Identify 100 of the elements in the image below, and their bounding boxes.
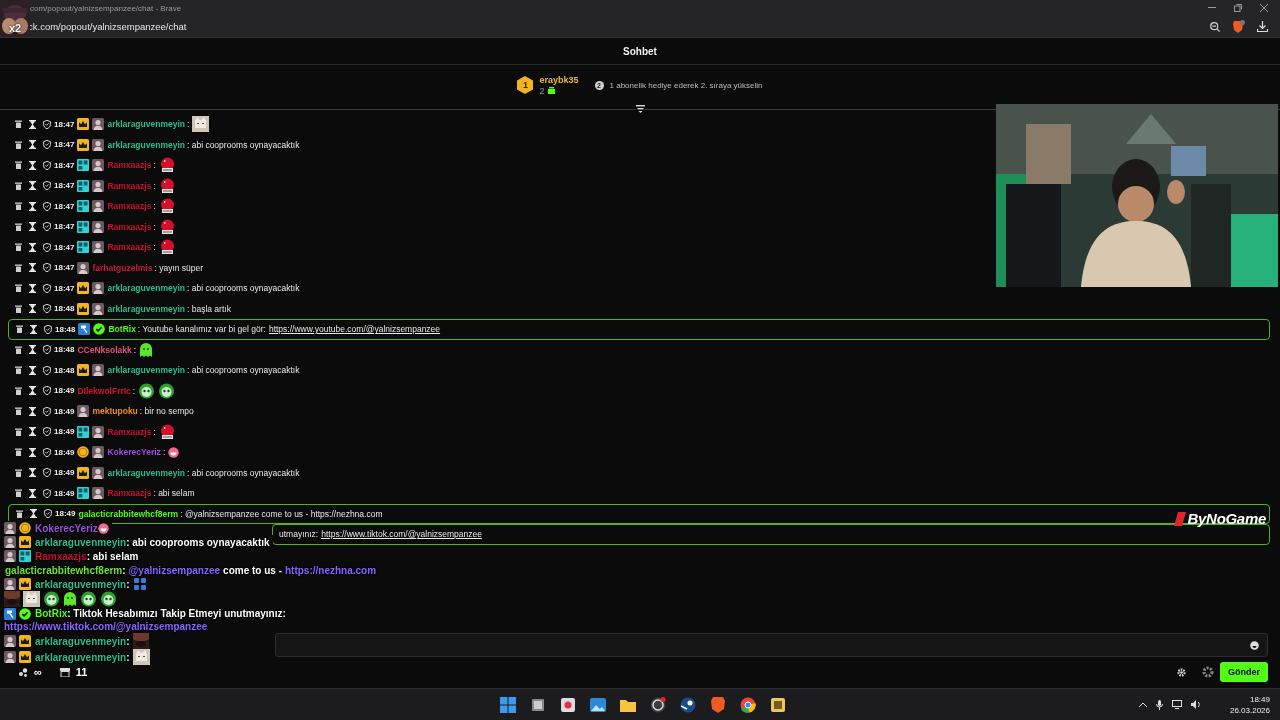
shield-icon[interactable] bbox=[43, 201, 51, 211]
shield-icon[interactable] bbox=[43, 283, 51, 293]
cat-face-icon bbox=[23, 591, 40, 607]
shield-icon[interactable] bbox=[43, 365, 51, 375]
delete-icon[interactable] bbox=[15, 386, 22, 395]
hourglass-icon[interactable] bbox=[29, 222, 36, 232]
shield-icon[interactable] bbox=[43, 181, 51, 191]
shield-icon[interactable] bbox=[43, 263, 51, 273]
gear-icon[interactable] bbox=[1202, 666, 1214, 678]
hourglass-icon[interactable] bbox=[30, 324, 37, 334]
delete-icon[interactable] bbox=[15, 468, 22, 477]
hourglass-icon[interactable] bbox=[30, 509, 37, 519]
delete-icon[interactable] bbox=[15, 140, 22, 149]
leader-name[interactable]: eraybk35 bbox=[539, 74, 579, 85]
clock-time[interactable]: 18:49 bbox=[1249, 694, 1270, 704]
username[interactable]: mektupoku bbox=[92, 406, 138, 417]
delete-icon[interactable] bbox=[15, 243, 22, 252]
hourglass-icon[interactable] bbox=[29, 488, 36, 498]
shield-icon[interactable] bbox=[43, 406, 51, 416]
shield-icon[interactable] bbox=[43, 160, 51, 170]
hourglass-icon[interactable] bbox=[29, 468, 36, 478]
crown-badge-icon bbox=[77, 302, 90, 315]
infinity-text: ∞ bbox=[34, 666, 42, 678]
hourglass-icon[interactable] bbox=[29, 304, 36, 314]
message-link[interactable]: https://www.tiktok.com/@yalnizsempanzee bbox=[321, 529, 482, 540]
delete-icon[interactable] bbox=[15, 366, 22, 375]
delete-icon[interactable] bbox=[15, 120, 22, 129]
username[interactable]: KokerecYeriz bbox=[107, 447, 161, 458]
username[interactable]: CCeNksolakk bbox=[77, 344, 132, 355]
username[interactable]: galacticrabbitewhcf8erm bbox=[78, 508, 179, 519]
delete-icon[interactable] bbox=[16, 509, 23, 518]
delete-icon[interactable] bbox=[15, 161, 22, 170]
shield-icon[interactable] bbox=[43, 427, 51, 437]
hourglass-icon[interactable] bbox=[29, 160, 36, 170]
clock-date[interactable]: 26.03.2026 bbox=[1229, 705, 1270, 715]
shield-icon[interactable] bbox=[43, 304, 51, 314]
shield-icon[interactable] bbox=[43, 140, 51, 150]
emoji-icon[interactable] bbox=[1250, 640, 1259, 650]
username[interactable]: arklaraguvenmeyin bbox=[107, 119, 185, 130]
shield-icon[interactable] bbox=[43, 345, 51, 355]
shield-icon[interactable] bbox=[43, 488, 51, 498]
message-link[interactable]: https://www.tiktok.com/@yalnizsempanzee bbox=[4, 620, 208, 633]
chevron-up-icon[interactable] bbox=[1138, 702, 1147, 707]
speaker-icon[interactable] bbox=[1190, 700, 1201, 709]
username: KokerecYeriz bbox=[35, 521, 98, 535]
hourglass-icon[interactable] bbox=[29, 427, 36, 437]
shield-icon[interactable] bbox=[43, 468, 51, 478]
hourglass-icon[interactable] bbox=[29, 263, 36, 273]
username[interactable]: DIlekwolFrrIc bbox=[77, 385, 131, 396]
shield-icon[interactable] bbox=[43, 447, 51, 457]
hourglass-icon[interactable] bbox=[29, 365, 36, 375]
close-icon[interactable] bbox=[1260, 4, 1268, 12]
username[interactable]: arklaraguvenmeyin bbox=[107, 303, 185, 314]
username[interactable]: arklaraguvenmeyin bbox=[107, 139, 185, 150]
timestamp: 18:48 bbox=[54, 345, 75, 355]
zoom-out-icon[interactable] bbox=[1210, 21, 1220, 32]
delete-icon[interactable] bbox=[15, 489, 22, 498]
delete-icon[interactable] bbox=[15, 304, 22, 313]
shield-icon[interactable] bbox=[43, 119, 51, 129]
shield-icon[interactable] bbox=[43, 386, 51, 396]
settings-icon[interactable] bbox=[1177, 667, 1186, 677]
filter-icon[interactable] bbox=[635, 105, 645, 113]
delete-icon[interactable] bbox=[15, 448, 22, 457]
shield-icon[interactable] bbox=[44, 324, 52, 334]
address-field[interactable]: ck.com/popout/yalnizsempanzee/chat bbox=[28, 21, 187, 32]
shield-icon[interactable] bbox=[43, 242, 51, 252]
message-link[interactable]: https://nezhna.com bbox=[285, 563, 377, 577]
message-input-field[interactable] bbox=[275, 633, 1268, 657]
hourglass-icon[interactable] bbox=[29, 140, 36, 150]
delete-icon[interactable] bbox=[16, 325, 23, 334]
hourglass-icon[interactable] bbox=[29, 447, 36, 457]
username[interactable]: BotRix bbox=[108, 324, 136, 335]
delete-icon[interactable] bbox=[15, 407, 22, 416]
shield-icon[interactable] bbox=[43, 222, 51, 232]
shield-icon[interactable] bbox=[44, 509, 52, 519]
username[interactable]: arklaraguvenmeyin bbox=[107, 467, 185, 478]
message-link[interactable]: https://www.youtube.com/@yalnizsempanzee bbox=[268, 324, 441, 335]
username[interactable]: arklaraguvenmeyin bbox=[107, 365, 185, 376]
delete-icon[interactable] bbox=[15, 181, 22, 190]
delete-icon[interactable] bbox=[15, 427, 22, 436]
hourglass-icon[interactable] bbox=[29, 242, 36, 252]
delete-icon[interactable] bbox=[15, 202, 22, 211]
download-icon[interactable] bbox=[1257, 21, 1268, 32]
hourglass-icon[interactable] bbox=[29, 386, 36, 396]
microphone-icon[interactable] bbox=[1155, 699, 1163, 710]
monitor-icon[interactable] bbox=[1171, 700, 1182, 709]
restore-icon[interactable] bbox=[1234, 4, 1242, 12]
delete-icon[interactable] bbox=[15, 284, 22, 293]
hourglass-icon[interactable] bbox=[29, 283, 36, 293]
username[interactable]: arklaraguvenmeyin bbox=[107, 283, 185, 294]
hourglass-icon[interactable] bbox=[29, 181, 36, 191]
hourglass-icon[interactable] bbox=[29, 119, 36, 129]
delete-icon[interactable] bbox=[15, 263, 22, 272]
hourglass-icon[interactable] bbox=[29, 345, 36, 355]
delete-icon[interactable] bbox=[15, 222, 22, 231]
hourglass-icon[interactable] bbox=[29, 201, 36, 211]
delete-icon[interactable] bbox=[15, 345, 22, 354]
hourglass-icon[interactable] bbox=[29, 406, 36, 416]
minimize-icon[interactable] bbox=[1208, 7, 1216, 9]
send-button[interactable]: Gönder bbox=[1220, 662, 1268, 682]
